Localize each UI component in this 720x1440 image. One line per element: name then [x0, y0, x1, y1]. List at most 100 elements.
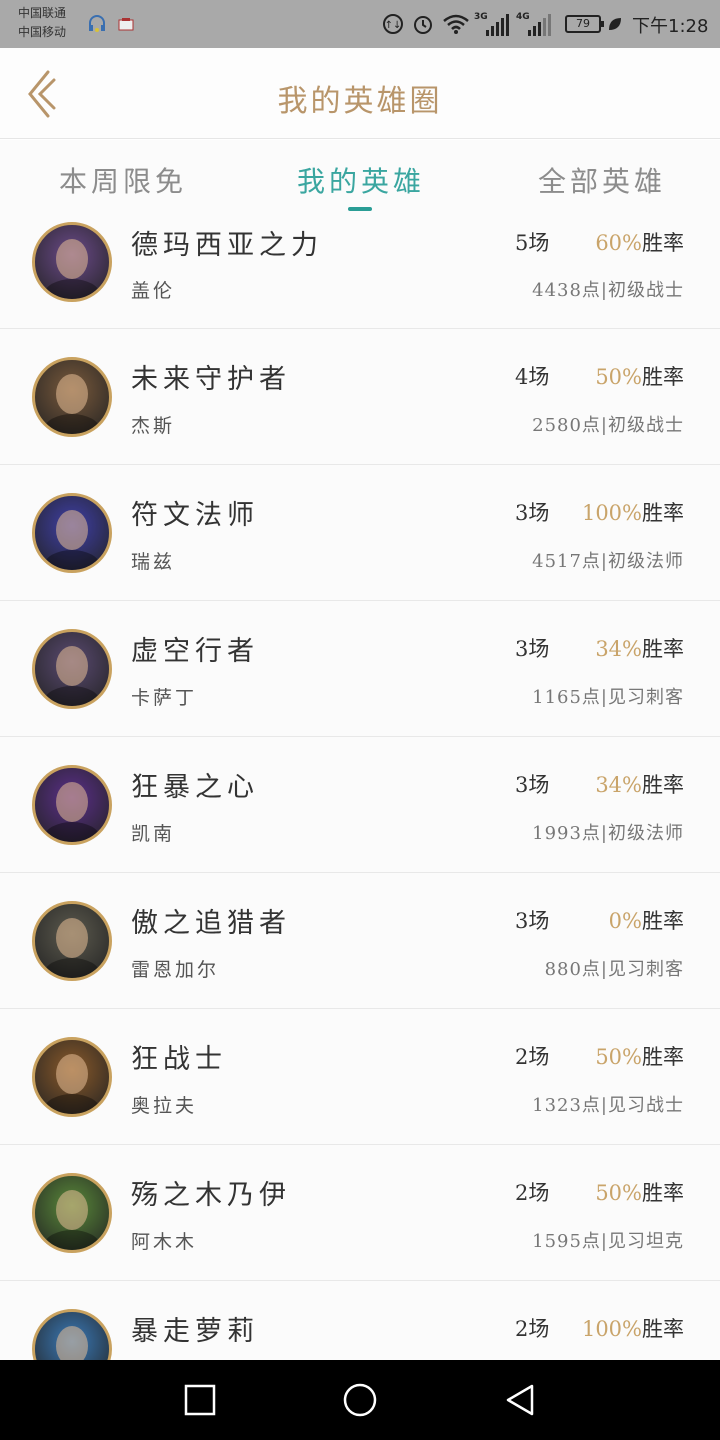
square-icon [184, 1384, 216, 1416]
win-rate: 50%胜率 [595, 1177, 684, 1207]
win-rate: 34%胜率 [595, 633, 684, 663]
hero-name: 雷恩加尔 [131, 959, 220, 981]
signal-icon-1 [486, 12, 509, 36]
active-tab-indicator [348, 207, 372, 211]
games-played: 2场 [515, 1317, 550, 1341]
status-bar: 中国联通 中国移动 ↑↓ 3G 4G 79 下午1:28 [0, 0, 720, 48]
alarm-icon [412, 12, 434, 36]
hero-row[interactable]: 殇之木乃伊 阿木木 2场 50%胜率 1595点|见习坦克 [0, 1145, 720, 1281]
hero-name: 瑞兹 [131, 551, 176, 573]
hero-title: 暴走萝莉 [131, 1316, 259, 1347]
hero-name: 奥拉夫 [131, 1095, 198, 1117]
hero-points-rank: 1993点|初级法师 [532, 823, 684, 844]
win-rate-label: 胜率 [642, 773, 684, 797]
hero-row[interactable]: 未来守护者 杰斯 4场 50%胜率 2580点|初级战士 [0, 329, 720, 465]
hero-avatar [32, 493, 112, 573]
tab-all-heroes[interactable]: 全部英雄 [537, 160, 667, 200]
page-title: 我的英雄圈 [277, 84, 443, 119]
tab-weekly-free[interactable]: 本周限免 [58, 160, 188, 200]
win-rate-percent: 50% [595, 1181, 642, 1205]
hero-row[interactable]: 德玛西亚之力 盖伦 5场 60%胜率 4438点|初级战士 [0, 216, 720, 329]
hero-title: 符文法师 [131, 500, 259, 531]
games-played: 2场 [515, 1045, 550, 1069]
hero-row[interactable]: 傲之追猎者 雷恩加尔 3场 0%胜率 880点|见习刺客 [0, 873, 720, 1009]
win-rate: 50%胜率 [595, 361, 684, 391]
win-rate-percent: 60% [595, 231, 642, 255]
win-rate: 50%胜率 [595, 1041, 684, 1071]
hero-portrait-icon [44, 510, 100, 570]
win-rate-label: 胜率 [642, 637, 684, 661]
svg-text:↑↓: ↑↓ [385, 20, 402, 31]
hero-title: 德玛西亚之力 [131, 230, 323, 261]
win-rate-percent: 34% [595, 637, 642, 661]
hero-avatar [32, 1173, 112, 1253]
win-rate-percent: 34% [595, 773, 642, 797]
win-rate-label: 胜率 [642, 501, 684, 525]
battery-icon: 79 [565, 15, 604, 33]
hero-title: 虚空行者 [131, 636, 259, 667]
hero-portrait-icon [44, 646, 100, 706]
recent-apps-button[interactable] [180, 1380, 220, 1420]
carrier-info: 中国联通 中国移动 [18, 4, 66, 42]
tab-my-heroes[interactable]: 我的英雄 [296, 160, 426, 200]
win-rate-percent: 50% [595, 1045, 642, 1069]
hero-points-rank: 1323点|见习战士 [532, 1095, 684, 1116]
win-rate: 34%胜率 [595, 769, 684, 799]
home-button[interactable] [340, 1380, 380, 1420]
hero-row[interactable]: 符文法师 瑞兹 3场 100%胜率 4517点|初级法师 [0, 465, 720, 601]
games-played: 3场 [515, 637, 550, 661]
hero-points-rank: 1595点|见习坦克 [532, 1231, 684, 1252]
games-played: 4场 [515, 365, 550, 389]
win-rate-percent: 0% [608, 909, 642, 933]
hero-name: 卡萨丁 [131, 687, 198, 709]
hero-name: 凯南 [131, 823, 176, 845]
wifi-icon [442, 12, 470, 36]
hero-name: 杰斯 [131, 415, 176, 437]
hero-portrait-icon [56, 1326, 88, 1360]
back-nav-button[interactable] [500, 1380, 540, 1420]
hero-portrait-icon [44, 1054, 100, 1114]
win-rate-percent: 50% [595, 365, 642, 389]
hero-row[interactable]: 狂暴之心 凯南 3场 34%胜率 1993点|初级法师 [0, 737, 720, 873]
clock: 下午1:28 [632, 16, 709, 37]
win-rate-label: 胜率 [642, 231, 684, 255]
circle-icon [343, 1383, 377, 1417]
headset-icon [86, 12, 108, 36]
hero-row[interactable]: 虚空行者 卡萨丁 3场 34%胜率 1165点|见习刺客 [0, 601, 720, 737]
hero-points-rank: 880点|见习刺客 [544, 959, 684, 980]
hero-name: 盖伦 [131, 280, 176, 302]
hero-title: 未来守护者 [131, 364, 291, 395]
games-played: 2场 [515, 1181, 550, 1205]
hero-portrait-icon [44, 1190, 100, 1250]
games-played: 5场 [515, 231, 550, 255]
hero-avatar [32, 222, 112, 302]
hero-avatar [32, 901, 112, 981]
win-rate-label: 胜率 [642, 365, 684, 389]
hero-points-rank: 4517点|初级法师 [532, 551, 684, 572]
hero-points-rank: 2580点|初级战士 [532, 415, 684, 436]
games-played: 3场 [515, 773, 550, 797]
hero-portrait-icon [44, 918, 100, 978]
win-rate: 0%胜率 [609, 905, 684, 935]
win-rate-label: 胜率 [642, 1181, 684, 1205]
hero-avatar [32, 357, 112, 437]
hero-name: 阿木木 [131, 1231, 198, 1253]
hero-avatar [32, 1037, 112, 1117]
hero-title: 狂战士 [131, 1044, 227, 1075]
data-saver-icon: ↑↓ [382, 12, 404, 36]
win-rate-label: 胜率 [642, 1317, 684, 1341]
navigation-bar [0, 1360, 720, 1440]
app-notification-icon [118, 12, 134, 36]
hero-list[interactable]: 德玛西亚之力 盖伦 5场 60%胜率 4438点|初级战士 未来守护者 杰斯 4… [0, 216, 720, 1360]
win-rate-label: 胜率 [642, 909, 684, 933]
win-rate-percent: 100% [581, 501, 642, 525]
hero-row[interactable]: 暴走萝莉 2场 100%胜率 [0, 1281, 720, 1360]
hero-portrait-icon [44, 239, 100, 299]
games-played: 3场 [515, 909, 550, 933]
hero-portrait-icon [44, 374, 100, 434]
win-rate: 100%胜率 [582, 1313, 684, 1343]
hero-title: 狂暴之心 [131, 772, 259, 803]
hero-row[interactable]: 狂战士 奥拉夫 2场 50%胜率 1323点|见习战士 [0, 1009, 720, 1145]
hero-avatar [32, 629, 112, 709]
leaf-icon [606, 12, 624, 36]
